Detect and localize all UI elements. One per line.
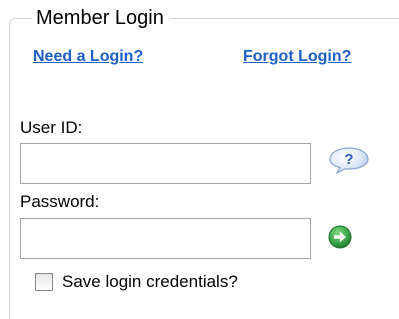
help-icon[interactable]: ? (328, 146, 370, 175)
save-credentials-checkbox[interactable] (35, 273, 53, 291)
user-id-input[interactable] (20, 143, 311, 184)
need-login-link[interactable]: Need a Login? (33, 47, 143, 67)
forgot-login-link[interactable]: Forgot Login? (243, 47, 351, 67)
password-label: Password: (20, 192, 100, 211)
password-input[interactable] (20, 218, 311, 259)
panel-title: Member Login (32, 5, 170, 31)
member-login-panel: Member Login Need a Login? Forgot Login?… (0, 0, 399, 319)
svg-text:?: ? (344, 151, 353, 168)
user-id-label: User ID: (20, 118, 83, 137)
go-arrow-icon[interactable] (328, 225, 352, 249)
save-credentials-label: Save login credentials? (62, 272, 238, 291)
